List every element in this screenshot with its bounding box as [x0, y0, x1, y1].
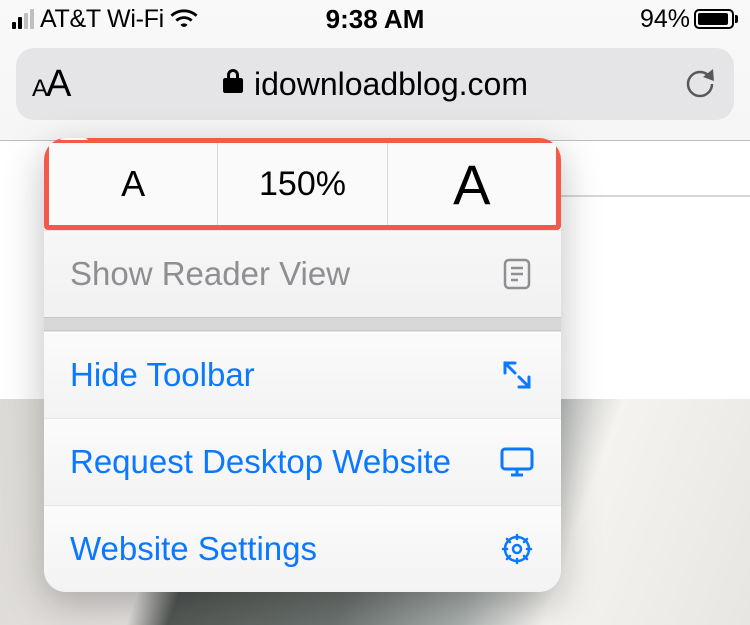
reader-view-label: Show Reader View: [70, 255, 350, 293]
popover-arrow: [60, 138, 88, 140]
hide-toolbar-label: Hide Toolbar: [70, 356, 255, 394]
decrease-text-size-button[interactable]: A: [49, 143, 218, 225]
status-bar: AT&T Wi-Fi 9:38 AM 94%: [0, 0, 750, 38]
status-left: AT&T Wi-Fi: [12, 4, 198, 35]
page-divider: [550, 195, 750, 197]
request-desktop-label: Request Desktop Website: [70, 443, 451, 481]
url-text: idownloadblog.com: [254, 66, 528, 103]
expand-arrows-icon: [499, 357, 535, 393]
browser-chrome: AT&T Wi-Fi 9:38 AM 94% AA idownloadblog.…: [0, 0, 750, 141]
text-size-controls: A 150% A: [44, 138, 561, 230]
gear-icon: [499, 531, 535, 567]
carrier-label: AT&T Wi-Fi: [40, 5, 164, 34]
clock: 9:38 AM: [326, 4, 425, 35]
text-size-icon[interactable]: AA: [32, 63, 71, 106]
status-right: 94%: [640, 5, 738, 34]
address-bar[interactable]: AA idownloadblog.com: [16, 48, 734, 120]
website-settings-label: Website Settings: [70, 530, 317, 568]
menu-separator: [44, 317, 561, 331]
hide-toolbar-button[interactable]: Hide Toolbar: [44, 331, 561, 418]
desktop-icon: [499, 444, 535, 480]
request-desktop-button[interactable]: Request Desktop Website: [44, 418, 561, 505]
url-display[interactable]: idownloadblog.com: [222, 66, 528, 103]
reader-view-icon: [499, 256, 535, 292]
increase-text-size-button[interactable]: A: [388, 143, 556, 225]
website-settings-button[interactable]: Website Settings: [44, 505, 561, 592]
wifi-icon: [170, 4, 198, 35]
text-size-popover: A 150% A Show Reader View Hide Toolbar R…: [44, 138, 561, 592]
text-size-percent[interactable]: 150%: [218, 143, 387, 225]
battery-percent: 94%: [640, 5, 690, 34]
reload-button[interactable]: [684, 63, 718, 106]
show-reader-view-button: Show Reader View: [44, 230, 561, 317]
cellular-signal-icon: [12, 9, 34, 29]
lock-icon: [222, 66, 244, 103]
battery-icon: [694, 9, 738, 29]
